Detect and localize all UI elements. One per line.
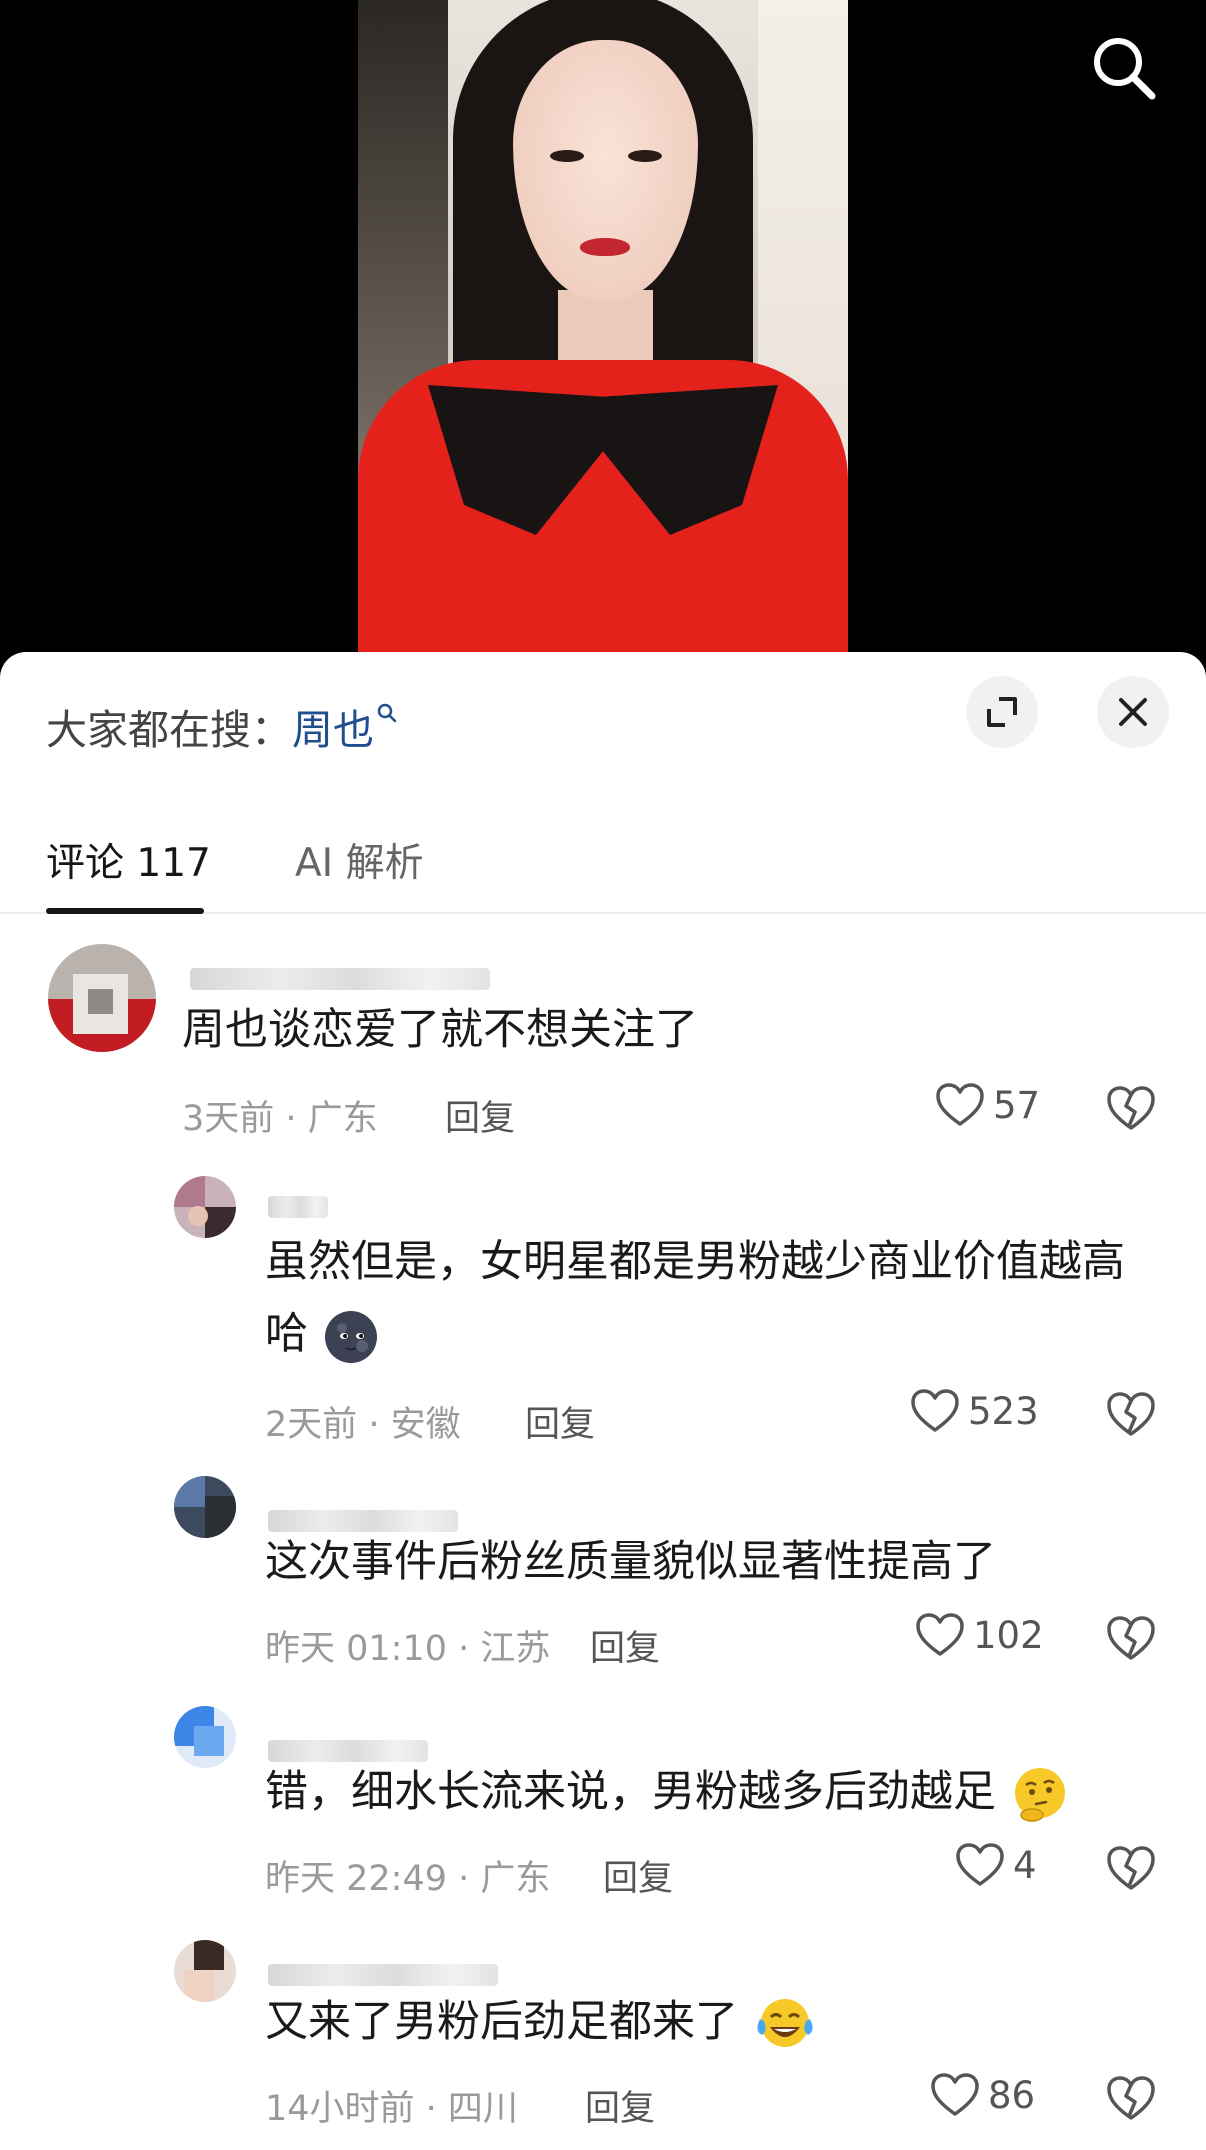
username[interactable]: [190, 968, 490, 990]
broken-heart-icon[interactable]: [1105, 1388, 1157, 1440]
hot-search-prefix: 大家都在搜：: [46, 706, 292, 754]
video-frame: [358, 0, 848, 660]
avatar[interactable]: [174, 1476, 236, 1538]
broken-heart-icon[interactable]: [1105, 1082, 1157, 1134]
reply-item: 错，细水长流来说，男粉越多后劲越足 昨天 22:49 · 广东 回复 4: [0, 1704, 1206, 1934]
search-icon: [1094, 38, 1156, 100]
avatar[interactable]: [174, 1706, 236, 1768]
tab-comments[interactable]: 评论 117: [46, 832, 211, 888]
comment-meta: 3天前 · 广东: [182, 1099, 378, 1139]
expand-icon: [987, 697, 1017, 727]
close-button[interactable]: [1097, 676, 1169, 748]
reply-button[interactable]: 回复: [590, 1620, 660, 1671]
close-icon: [1119, 698, 1147, 726]
comment-text: 虽然但是，女明星都是男粉越少商业价值越高: [265, 1237, 1125, 1287]
like-count: 4: [1013, 1843, 1037, 1887]
tab-ai-analysis[interactable]: AI 解析: [295, 832, 424, 888]
avatar[interactable]: [174, 1940, 236, 2002]
broken-heart-icon[interactable]: [1105, 1842, 1157, 1894]
comment-text: 错，细水长流来说，男粉越多后劲越足: [265, 1756, 1070, 1828]
avatar[interactable]: [48, 944, 156, 1052]
reply-item: 虽然但是，女明星都是男粉越少商业价值越高 哈 2天前 · 安徽 回复 523: [0, 1174, 1206, 1474]
broken-heart-icon[interactable]: [1105, 1612, 1157, 1664]
tab-bar: 评论 117 AI 解析: [0, 802, 1206, 914]
comment-text-line2: 哈: [265, 1298, 380, 1370]
comment-meta: 昨天 01:10 · 江苏: [265, 1629, 551, 1669]
reply-button[interactable]: 回复: [445, 1090, 515, 1141]
comment-text: 又来了男粉后劲足都来了: [265, 1986, 818, 2058]
comment-panel: 大家都在搜：周也 评论 117 AI 解析 周也谈恋爱了就不想关注了 3天前 ·…: [0, 652, 1206, 2150]
keyword-search-icon: [377, 703, 397, 723]
heart-icon: [936, 1083, 984, 1126]
broken-heart-icon[interactable]: [1105, 2072, 1157, 2124]
like-count: 57: [993, 1083, 1041, 1127]
active-tab-indicator: [46, 908, 204, 914]
expand-button[interactable]: [966, 676, 1038, 748]
comment-text: 这次事件后粉丝质量貌似显著性提高了: [265, 1537, 996, 1587]
hot-search-bar[interactable]: 大家都在搜：周也: [46, 696, 398, 756]
avatar[interactable]: [174, 1176, 236, 1238]
thinking-face-emoji: [1014, 1767, 1065, 1822]
like-count: 523: [968, 1389, 1039, 1433]
hot-search-keyword[interactable]: 周也: [292, 706, 374, 754]
heart-icon: [931, 2073, 979, 2116]
heart-icon: [916, 1613, 964, 1656]
comment-meta: 2天前 · 安徽: [265, 1405, 461, 1445]
search-button[interactable]: [1086, 30, 1162, 106]
reply-item: 这次事件后粉丝质量貌似显著性提高了 昨天 01:10 · 江苏 回复 102: [0, 1474, 1206, 1704]
reply-button[interactable]: 回复: [603, 1850, 673, 1901]
like-button[interactable]: 57: [935, 1082, 1040, 1128]
tears-of-joy-emoji: [757, 1998, 813, 2047]
like-button[interactable]: 523: [910, 1388, 1039, 1434]
like-count: 102: [973, 1613, 1044, 1657]
reply-button[interactable]: 回复: [585, 2080, 655, 2131]
reply-button[interactable]: 回复: [525, 1396, 595, 1447]
moon-face-emoji: [324, 1310, 377, 1363]
heart-icon: [956, 1843, 1004, 1886]
like-count: 86: [988, 2073, 1036, 2117]
video-player[interactable]: [0, 0, 1206, 700]
username[interactable]: [268, 1196, 328, 1218]
reply-item: 又来了男粉后劲足都来了 14小时前 · 四川 回复 86: [0, 1934, 1206, 2150]
like-button[interactable]: 86: [930, 2072, 1035, 2118]
username[interactable]: [268, 1964, 498, 1986]
like-button[interactable]: 102: [915, 1612, 1044, 1658]
comment-item: 周也谈恋爱了就不想关注了 3天前 · 广东 回复 57: [0, 944, 1206, 1174]
comment-text: 周也谈恋爱了就不想关注了: [182, 1005, 698, 1055]
comment-meta: 14小时前 · 四川: [265, 2089, 518, 2129]
comment-meta: 昨天 22:49 · 广东: [265, 1859, 551, 1899]
heart-icon: [911, 1389, 959, 1432]
like-button[interactable]: 4: [955, 1842, 1037, 1888]
